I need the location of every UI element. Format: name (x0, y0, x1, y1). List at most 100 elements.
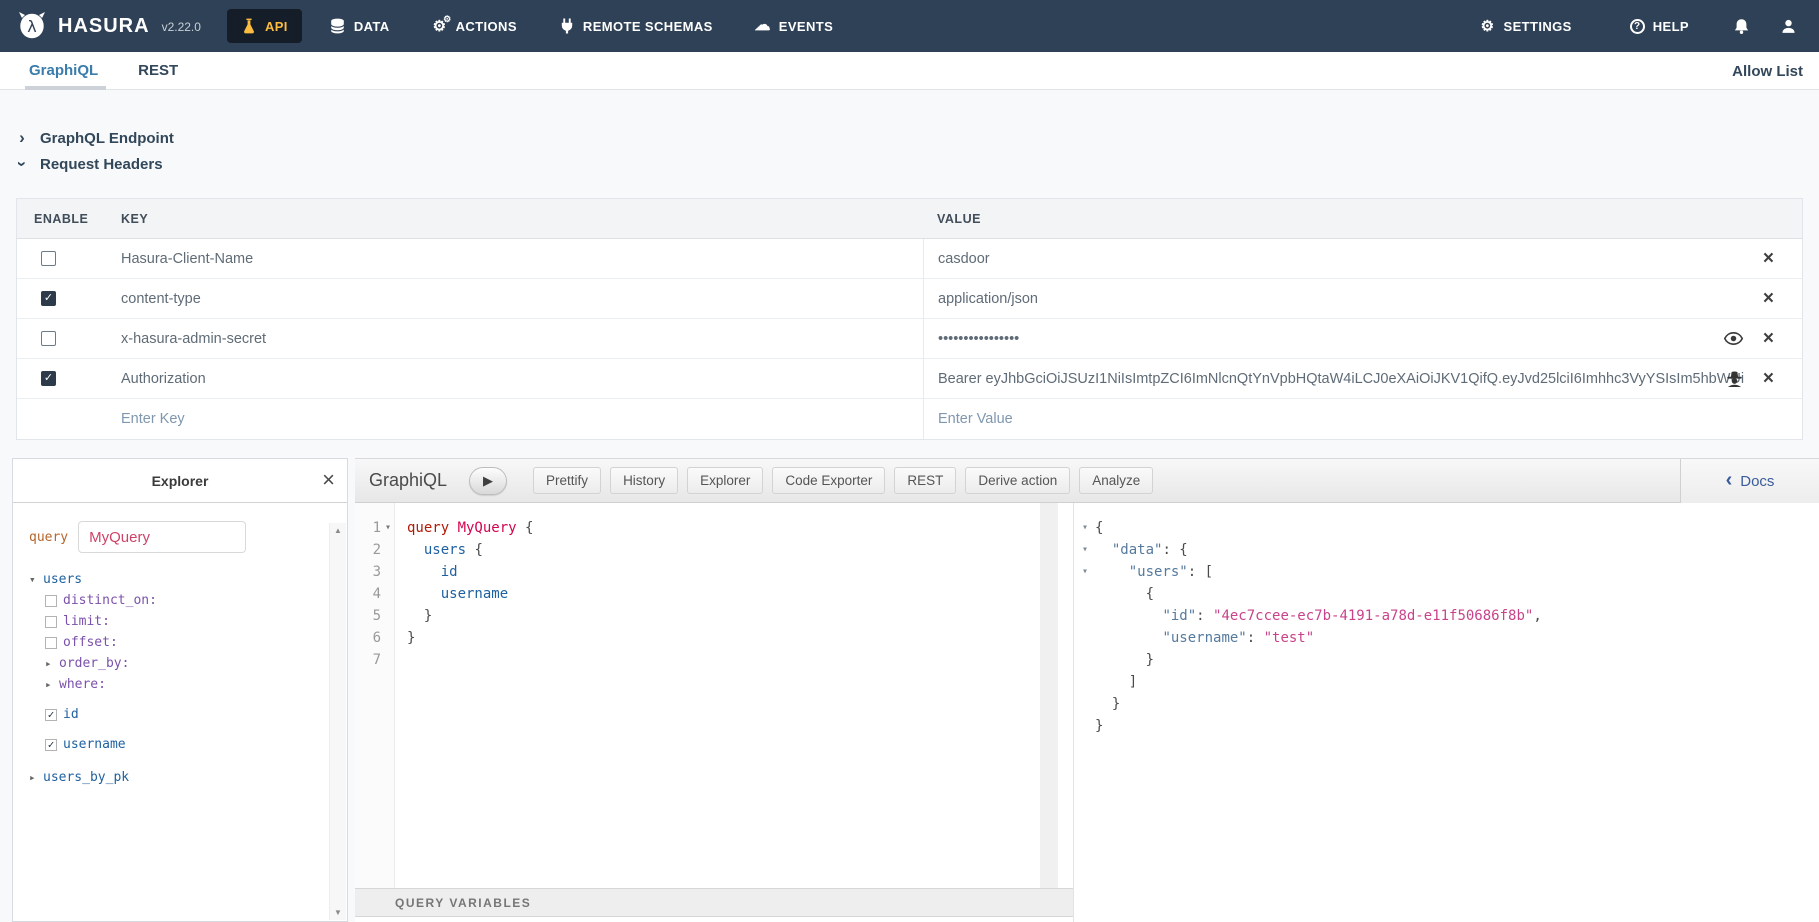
enable-checkbox[interactable] (41, 251, 56, 266)
reveal-eye-icon[interactable] (1724, 332, 1743, 345)
fold-triangle-icon[interactable]: ▾ (1078, 539, 1092, 561)
table-row: x-hasura-admin-secret •••••••••••••••• × (17, 319, 1802, 359)
docs-label: Docs (1740, 473, 1774, 490)
graphql-endpoint-toggle[interactable]: › GraphQL Endpoint (16, 127, 174, 149)
response-line: { (1078, 583, 1819, 605)
header-key[interactable]: x-hasura-admin-secret (105, 331, 923, 347)
user-avatar-icon[interactable] (1780, 18, 1797, 35)
field-checkbox-checked[interactable]: ✓ (45, 709, 57, 721)
request-headers-toggle[interactable]: › Request Headers (16, 153, 163, 175)
query-editor[interactable]: 1 ▾ query MyQuery { 2 users { 3 id 4 use… (355, 503, 1073, 922)
tree-item-users-by-pk[interactable]: ▸ users_by_pk (29, 767, 331, 788)
nav-item-settings[interactable]: ⚙ SETTINGS (1466, 9, 1586, 43)
rest-button[interactable]: REST (894, 467, 956, 494)
tree-item-username[interactable]: ✓ username (45, 734, 331, 755)
nav-item-api[interactable]: API (227, 9, 302, 43)
prettify-button[interactable]: Prettify (533, 467, 601, 494)
header-value[interactable]: casdoor (923, 239, 1802, 278)
hasura-console: λ HASURA v2.22.0 API (0, 0, 1819, 922)
fold-triangle-icon[interactable]: ▾ (381, 517, 395, 539)
new-header-key-input[interactable] (121, 411, 883, 427)
response-line: ▾ { (1078, 517, 1819, 539)
derive-action-button[interactable]: Derive action (965, 467, 1070, 494)
code-line: 2 users { (355, 539, 1073, 561)
nav-item-events[interactable]: ☁ EVENTS (741, 9, 847, 43)
graphiql-title: GraphiQL (369, 470, 447, 491)
analyze-button[interactable]: Analyze (1079, 467, 1153, 494)
remove-header-icon[interactable]: × (1763, 249, 1774, 268)
explorer-button[interactable]: Explorer (687, 467, 763, 494)
tab-allow-list[interactable]: Allow List (1732, 52, 1803, 90)
database-icon (330, 18, 346, 34)
gears-icon: ⚙ ⚙ (432, 18, 448, 34)
flask-icon (241, 18, 257, 34)
enable-checkbox[interactable]: ✓ (41, 291, 56, 306)
request-headers-table: ENABLE KEY VALUE Hasura-Client-Name casd… (16, 198, 1803, 440)
code-line: 4 username (355, 583, 1073, 605)
execute-query-button[interactable]: ▶ (469, 467, 507, 495)
tree-item-where[interactable]: ▸ where: (45, 674, 331, 695)
explorer-scrollbar[interactable]: ▲ ▼ (329, 523, 346, 920)
triangle-right-icon: ▸ (45, 653, 59, 674)
editor-code[interactable]: 1 ▾ query MyQuery { 2 users { 3 id 4 use… (355, 503, 1073, 888)
plug-icon (559, 18, 575, 34)
section-title: Request Headers (40, 156, 163, 173)
tree-item-distinct-on[interactable]: distinct_on: (45, 590, 331, 611)
close-icon[interactable]: × (322, 467, 335, 493)
nav-item-remote-schemas[interactable]: REMOTE SCHEMAS (545, 9, 727, 43)
fold-triangle-icon[interactable]: ▾ (1078, 517, 1092, 539)
field-checkbox-checked[interactable]: ✓ (45, 739, 57, 751)
remove-header-icon[interactable]: × (1763, 329, 1774, 348)
field-checkbox[interactable] (45, 637, 57, 649)
response-pane: ▾ { ▾ "data": { ▾ "users": [ { "id": "4e… (1073, 503, 1819, 922)
tab-rest[interactable]: REST (138, 52, 178, 90)
fold-triangle-icon[interactable]: ▾ (1078, 561, 1092, 583)
field-checkbox[interactable] (45, 616, 57, 628)
code-exporter-button[interactable]: Code Exporter (772, 467, 885, 494)
tree-item-users[interactable]: ▾ users (29, 569, 331, 590)
editor-scrollbar[interactable] (1040, 503, 1058, 888)
remove-header-icon[interactable]: × (1763, 289, 1774, 308)
code-line: 1 ▾ query MyQuery { (355, 517, 1073, 539)
section-title: GraphQL Endpoint (40, 130, 174, 147)
nav-item-label: SETTINGS (1504, 19, 1572, 34)
nav-item-actions[interactable]: ⚙ ⚙ ACTIONS (418, 9, 531, 43)
header-key[interactable]: Hasura-Client-Name (105, 251, 923, 267)
query-name-input[interactable] (78, 521, 246, 553)
remove-header-icon[interactable]: × (1763, 369, 1774, 388)
triangle-down-icon: ▾ (29, 569, 43, 590)
nav-item-help[interactable]: ? HELP (1616, 10, 1703, 43)
history-button[interactable]: History (610, 467, 678, 494)
header-value[interactable]: application/json (923, 279, 1802, 318)
tree-item-limit[interactable]: limit: (45, 611, 331, 632)
notifications-bell-icon[interactable] (1733, 18, 1750, 35)
response-line: } (1078, 693, 1819, 715)
new-header-value-input[interactable] (938, 411, 1660, 427)
header-key[interactable]: content-type (105, 291, 923, 307)
tree-item-order-by[interactable]: ▸ order_by: (45, 653, 331, 674)
nav-item-data[interactable]: DATA (316, 9, 404, 43)
version-label: v2.22.0 (162, 20, 201, 34)
query-variables-toggle[interactable]: QUERY VARIABLES (355, 888, 1073, 917)
tree-item-id[interactable]: ✓ id (45, 704, 331, 725)
chevron-down-icon: › (12, 158, 32, 170)
header-key[interactable]: Authorization (105, 371, 923, 387)
hasura-logo-icon[interactable]: λ (14, 8, 50, 44)
scroll-up-icon[interactable]: ▲ (330, 526, 346, 535)
enable-checkbox[interactable] (41, 331, 56, 346)
header-value-masked[interactable]: •••••••••••••••• (923, 319, 1802, 358)
explorer-titlebar: Explorer × (13, 459, 347, 503)
docs-toggle[interactable]: ‹ Docs (1680, 459, 1819, 503)
field-checkbox[interactable] (45, 595, 57, 607)
table-row: ✓ Authorization Bearer eyJhbGciOiJSUzI1N… (17, 359, 1802, 399)
jwt-analyzer-spy-icon[interactable] (1726, 370, 1743, 387)
column-key: KEY (105, 212, 923, 226)
enable-checkbox[interactable]: ✓ (41, 371, 56, 386)
tree-item-offset[interactable]: offset: (45, 632, 331, 653)
tab-graphiql[interactable]: GraphiQL (29, 52, 98, 90)
api-tabbar: GraphiQL REST Allow List (0, 52, 1819, 90)
scroll-down-icon[interactable]: ▼ (330, 908, 346, 917)
response-line: ▾ "data": { (1078, 539, 1819, 561)
triangle-right-icon: ▸ (29, 767, 43, 788)
header-value-jwt[interactable]: Bearer eyJhbGciOiJSUzI1NiIsImtpZCI6ImNlc… (923, 359, 1802, 398)
